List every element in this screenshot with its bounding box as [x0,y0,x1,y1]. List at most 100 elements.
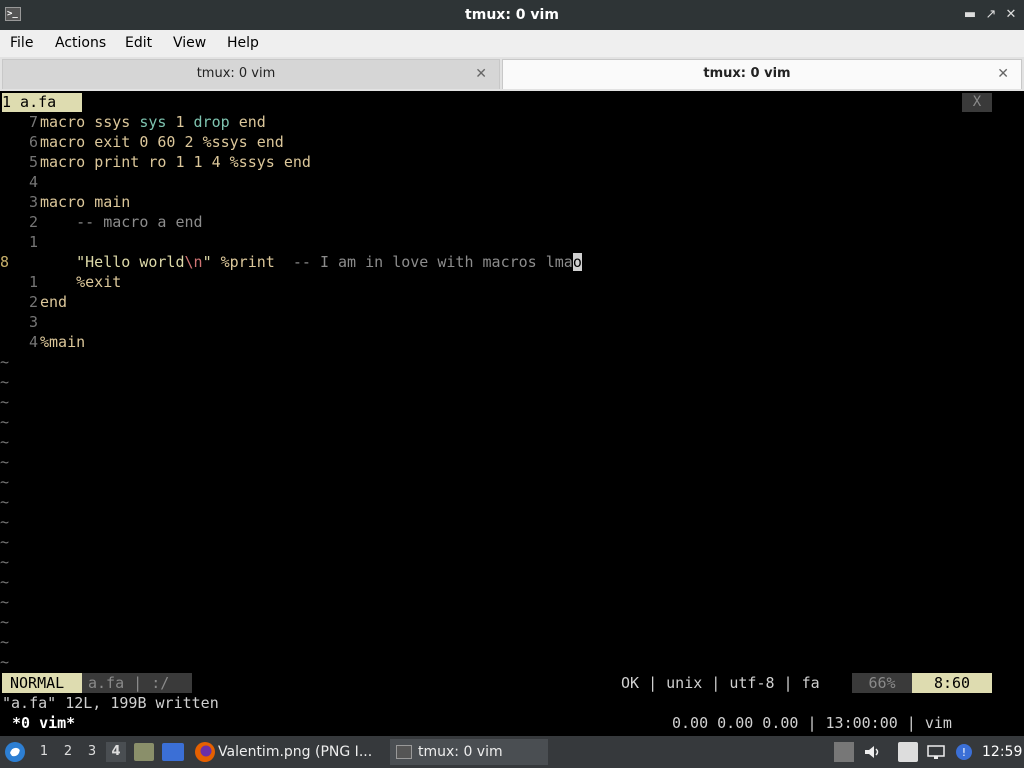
start-menu-icon[interactable] [4,741,26,763]
code-token: ssys [94,113,140,131]
line-number: 4 [28,333,38,351]
line-number: 7 [28,113,38,131]
tab-close-icon[interactable]: ✕ [997,60,1009,88]
code-token: macro [40,113,95,131]
menu-actions[interactable]: Actions [55,30,106,56]
menu-help[interactable]: Help [227,30,259,56]
tab-active[interactable]: tmux: 0 vim ✕ [502,59,1022,89]
window-title: tmux: 0 vim [465,7,559,23]
tilde-line: ~ [0,393,10,411]
menu-file[interactable]: File [10,30,33,56]
maximize-icon[interactable]: ↗ [983,6,999,24]
bluetooth-icon[interactable]: ! [954,742,974,762]
editor-line[interactable]: 6 macro exit 0 60 2 %ssys end [0,132,284,152]
close-icon[interactable]: ✕ [1003,6,1019,24]
terminal-icon [396,745,412,759]
buffer-close-button[interactable]: X [962,93,992,112]
workspace-2[interactable]: 2 [58,742,78,762]
code-token: drop [193,113,239,131]
tab-close-icon[interactable]: ✕ [475,60,487,88]
file-manager-icon[interactable] [134,743,154,761]
tilde-line: ~ [0,493,10,511]
minimize-icon[interactable]: ▬ [962,6,978,24]
editor-line[interactable]: 1 [0,232,40,252]
editor-line[interactable]: 2 -- macro a end [0,212,203,232]
code-token: 1 [175,113,194,131]
code-token: -- macro a end [40,213,203,231]
line-number: 1 [28,233,38,251]
editor-line[interactable]: 1 %exit [0,272,121,292]
code-token: ro [148,153,176,171]
line-number: 3 [28,193,38,211]
code-token: 1 1 4 [175,153,230,171]
tilde-line: ~ [0,613,10,631]
command-message: "a.fa" 12L, 199B written [2,694,219,712]
code-token: end [40,293,68,311]
volume-icon[interactable] [862,742,882,762]
workspace-1[interactable]: 1 [34,742,54,762]
tab-bar: tmux: 0 vim ✕ tmux: 0 vim ✕ [0,57,1024,91]
menu-view[interactable]: View [173,30,206,56]
terminal[interactable]: 1 a.fa X 7 macro ssys sys 1 drop end 6 macr… [0,91,1024,736]
editor-line[interactable]: 8 "Hello world\n" %print -- I am in love… [0,252,582,272]
code-token: -- I am in love with macros lma [292,253,573,271]
code-token: exit [94,133,140,151]
editor-line[interactable]: 2 end [0,292,67,312]
editor-line[interactable]: 7 macro ssys sys 1 drop end [0,112,266,132]
tilde-line: ~ [0,553,10,571]
menu-edit[interactable]: Edit [125,30,152,56]
text-cursor: o [572,253,582,271]
status-line: NORMAL a.fa | :/ OK | unix | utf-8 | fa … [0,673,1024,693]
line-number: 2 [28,293,38,311]
line-number: 2 [28,213,38,231]
line-number: 6 [28,133,38,151]
editor-line[interactable]: 3 [0,312,40,332]
code-token: print [94,153,149,171]
status-position: 8:60 [912,673,992,693]
tab-inactive[interactable]: tmux: 0 vim ✕ [2,59,500,89]
code-token: %main [40,333,86,351]
code-token: end [283,153,311,171]
title-bar: >_ tmux: 0 vim ▬ ↗ ✕ [0,0,1024,30]
vim-mode: NORMAL [2,673,82,693]
network-icon[interactable] [926,742,946,762]
editor-line[interactable]: 5 macro print ro 1 1 4 %ssys end [0,152,311,172]
code-token: sys [139,113,176,131]
tilde-line: ~ [0,653,10,671]
code-token: \n [184,253,203,271]
workspace-4[interactable]: 4 [106,742,126,762]
tmux-window[interactable]: *0 vim* [12,713,75,733]
tilde-line: ~ [0,353,10,371]
status-percent: 66% [852,673,912,693]
code-token: %ssys [229,153,284,171]
tab-label: tmux: 0 vim [703,66,791,81]
code-token: "Hello world [40,253,185,271]
clipboard-icon[interactable] [898,742,918,762]
tab-label: tmux: 0 vim [196,66,276,81]
editor-line[interactable]: 4 %main [0,332,85,352]
tilde-line: ~ [0,413,10,431]
desktop-icon[interactable] [162,743,184,761]
tilde-line: ~ [0,573,10,591]
task-label: tmux: 0 vim [418,744,503,760]
tilde-line: ~ [0,453,10,471]
tilde-line: ~ [0,433,10,451]
editor-line[interactable]: 3 macro main [0,192,130,212]
buffer-tab[interactable]: 1 a.fa [2,93,82,112]
tilde-line: ~ [0,633,10,651]
task-tmux[interactable]: tmux: 0 vim [390,739,548,765]
firefox-icon[interactable] [194,741,216,763]
clock: 12:59 [982,744,1023,760]
editor-line[interactable]: 4 [0,172,40,192]
tilde-line: ~ [0,373,10,391]
task-valentim[interactable]: Valentim.png (PNG I... [218,739,383,765]
tmux-status-right: 0.00 0.00 0.00 | 13:00:00 | vim [672,714,952,732]
line-number: 5 [28,153,38,171]
line-number: 1 [28,273,38,291]
tilde-line: ~ [0,593,10,611]
tilde-line: ~ [0,533,10,551]
keyboard-icon[interactable] [834,742,854,762]
line-number: 3 [28,313,38,331]
line-number: 4 [28,173,38,191]
workspace-3[interactable]: 3 [82,742,102,762]
